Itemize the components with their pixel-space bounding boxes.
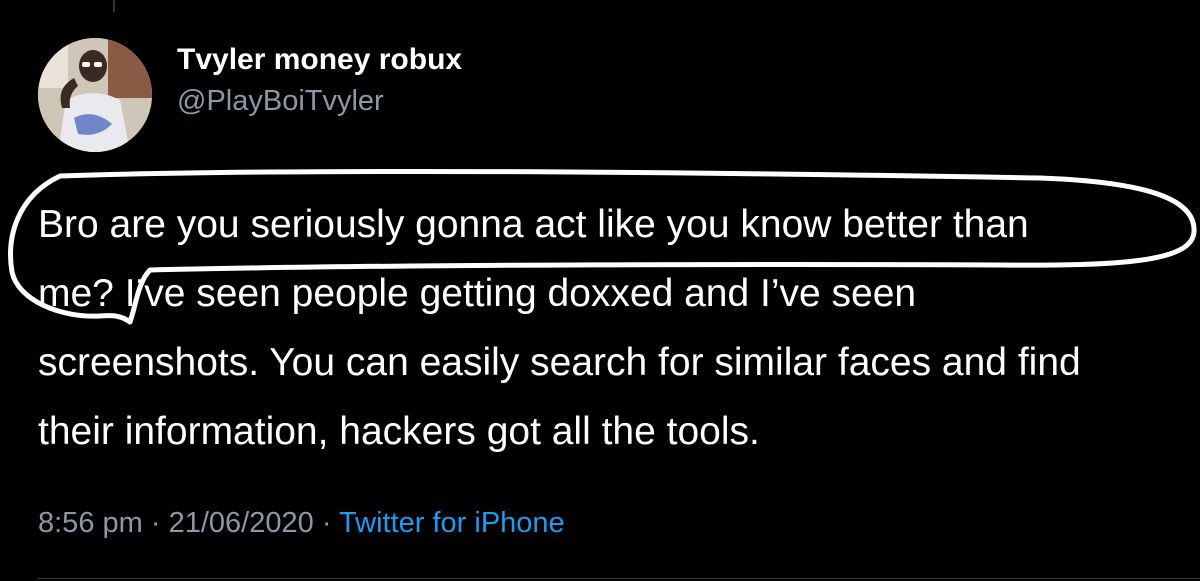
author-display-name[interactable]: Tvyler money robux [177,42,462,78]
tweet-time[interactable]: 8:56 pm [38,507,143,539]
tweet-text-line: Bro are you seriously gonna act like you… [38,203,1029,246]
divider [38,578,1200,579]
tweet-text-line: screenshots. You can easily search for s… [38,341,1081,384]
tweet-date[interactable]: 21/06/2020 [169,507,314,539]
thread-connector-line [113,0,115,12]
meta-separator: · [150,507,161,539]
tweet-metadata: 8:56 pm · 21/06/2020 · Twitter for iPhon… [38,503,565,543]
tweet-text-line: me? I’ve seen people getting doxxed and … [38,272,917,315]
tweet-text: Bro are you seriously gonna act like you… [38,190,1200,466]
tweet-text-line: their information, hackers got all the t… [38,410,760,453]
meta-separator: · [321,507,332,539]
avatar[interactable] [38,38,152,152]
author-handle[interactable]: @PlayBoiTvyler [177,84,384,118]
avatar-photo-icon [38,38,152,152]
tweet-source-link[interactable]: Twitter for iPhone [339,507,565,539]
